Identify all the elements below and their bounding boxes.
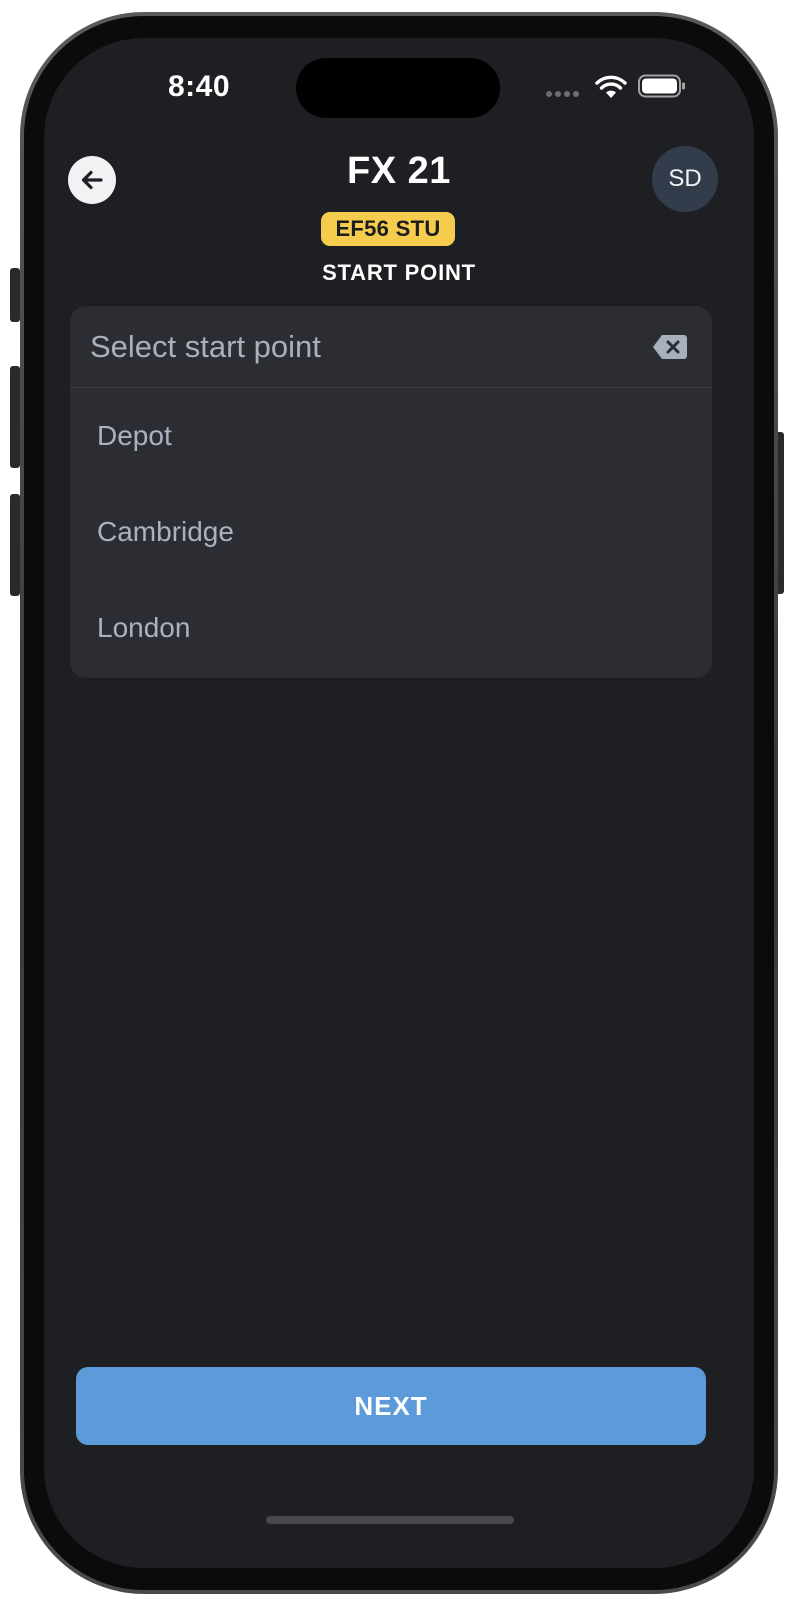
app-screen: 8:40 FX 21 EF56 STU START POINT SD Depot…	[44, 38, 754, 1568]
option-london[interactable]: London	[70, 580, 712, 676]
action-button	[10, 268, 20, 322]
back-button[interactable]	[68, 156, 116, 204]
start-point-dropdown: Depot Cambridge London	[70, 306, 712, 678]
signal-dots-icon	[546, 91, 579, 97]
volume-down-button	[10, 494, 20, 596]
status-time: 8:40	[167, 70, 231, 103]
plate-badge: EF56 STU	[321, 212, 455, 246]
start-point-search-input[interactable]	[90, 324, 630, 370]
backspace-icon[interactable]	[653, 334, 687, 360]
avatar[interactable]: SD	[652, 146, 718, 212]
battery-icon	[638, 74, 685, 98]
option-depot[interactable]: Depot	[70, 388, 712, 484]
option-cambridge[interactable]: Cambridge	[70, 484, 712, 580]
volume-up-button	[10, 366, 20, 468]
step-label: START POINT	[322, 260, 476, 285]
home-indicator[interactable]	[266, 1516, 514, 1524]
next-button[interactable]: NEXT	[76, 1367, 706, 1445]
page-title: FX 21	[347, 150, 451, 192]
wifi-icon	[595, 75, 627, 98]
dynamic-island	[296, 58, 500, 118]
arrow-left-icon	[81, 170, 103, 190]
search-row	[70, 306, 712, 388]
